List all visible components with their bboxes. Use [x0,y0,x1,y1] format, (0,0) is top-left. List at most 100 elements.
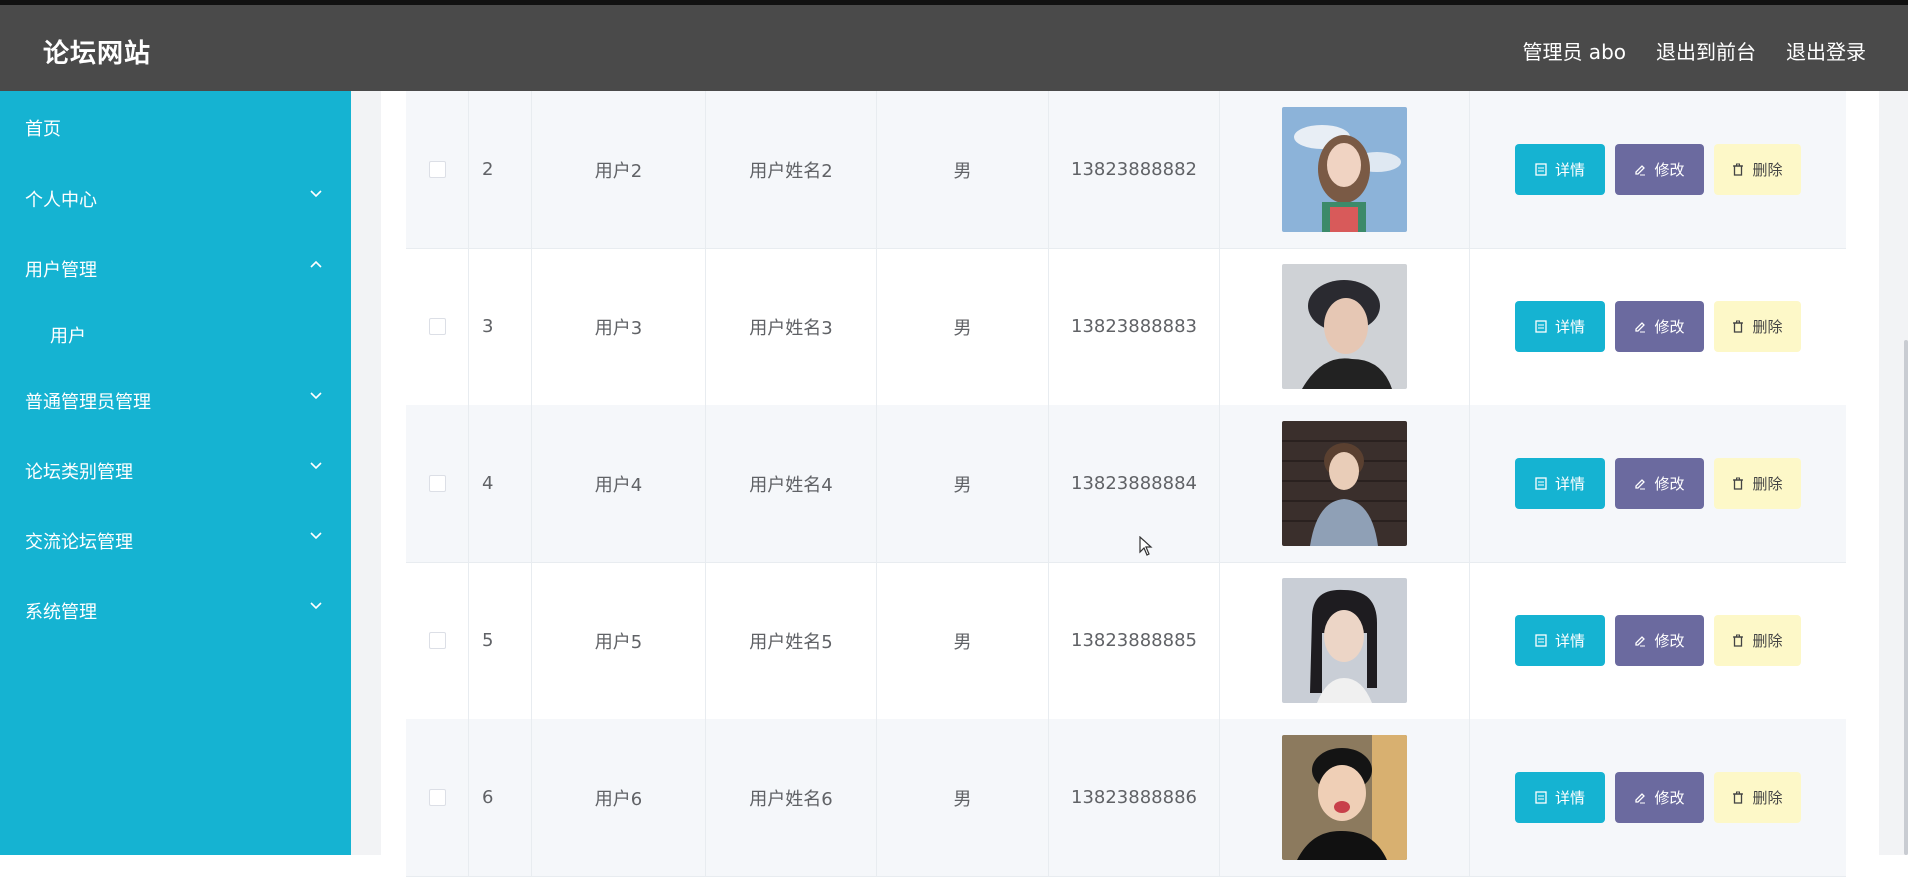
chevron-down-icon [310,392,322,402]
document-icon [1535,477,1547,490]
user-avatar [1282,735,1407,860]
mouse-cursor-icon [1139,535,1153,560]
sidebar-item-system-management[interactable]: 系统管理 [25,598,351,624]
user-avatar [1282,264,1407,389]
table-row: 5 用户5 用户姓名5 男 13823888885 详情 修改 删除 [406,562,1846,720]
user-phone: 13823888885 [1049,562,1220,719]
edit-button[interactable]: 修改 [1615,615,1704,666]
edit-button[interactable]: 修改 [1615,144,1704,195]
detail-button[interactable]: 详情 [1515,458,1605,509]
trash-icon [1732,163,1744,176]
document-icon [1535,791,1547,804]
sidebar-item-user-management[interactable]: 用户管理 [25,256,351,282]
sidebar-item-label: 论坛类别管理 [25,462,133,483]
sidebar-item-label: 系统管理 [25,602,97,623]
sidebar-item-forum-category[interactable]: 论坛类别管理 [25,458,351,484]
delete-button[interactable]: 删除 [1714,301,1801,352]
user-name: 用户姓名2 [706,91,877,248]
table-row: 6 用户6 用户姓名6 男 13823888886 详情 修改 删除 [406,719,1846,877]
user-phone: 13823888886 [1049,719,1220,876]
logout-link[interactable]: 退出登录 [1786,36,1866,65]
trash-icon [1732,320,1744,333]
header-links: 管理员 abo 退出到前台 退出登录 [1522,36,1866,65]
user-account: 用户4 [532,405,706,562]
delete-button[interactable]: 删除 [1714,772,1801,823]
user-sex: 男 [877,91,1049,248]
sidebar-item-personal-center[interactable]: 个人中心 [25,186,351,212]
sidebar-item-admin-management[interactable]: 普通管理员管理 [25,388,351,414]
top-header: 论坛网站 管理员 abo 退出到前台 退出登录 [0,5,1908,91]
row-checkbox[interactable] [428,475,446,492]
scrollbar-thumb[interactable] [1904,340,1908,855]
chevron-down-icon [310,532,322,542]
chevron-up-icon [310,260,322,270]
detail-button[interactable]: 详情 [1515,144,1605,195]
pencil-icon [1634,792,1646,804]
sidebar: 首页 个人中心 用户管理 用户 普通管理员管理 论坛类别管理 交流论坛管理 系统… [0,91,351,855]
user-account: 用户5 [532,562,706,719]
sidebar-item-label: 首页 [25,119,61,140]
user-avatar [1282,421,1407,546]
user-sex: 男 [877,248,1049,405]
row-checkbox[interactable] [428,789,446,806]
sidebar-subitem-label: 用户 [50,326,86,347]
sidebar-item-label: 普通管理员管理 [25,392,151,413]
user-name: 用户姓名5 [706,562,877,719]
user-phone: 13823888882 [1049,91,1220,248]
user-sex: 男 [877,719,1049,876]
user-phone: 13823888884 [1049,405,1220,562]
chevron-down-icon [310,462,322,472]
row-index: 2 [469,91,532,248]
edit-button[interactable]: 修改 [1615,772,1704,823]
row-index: 4 [469,405,532,562]
user-name: 用户姓名3 [706,248,877,405]
delete-button[interactable]: 删除 [1714,458,1801,509]
table-row: 3 用户3 用户姓名3 男 13823888883 详情 修改 删除 [406,248,1846,406]
sidebar-subitem-users[interactable]: 用户 [50,322,86,348]
pencil-icon [1634,478,1646,490]
trash-icon [1732,791,1744,804]
row-index: 6 [469,719,532,876]
user-avatar [1282,578,1407,703]
document-icon [1535,163,1547,176]
delete-button[interactable]: 删除 [1714,144,1801,195]
detail-button[interactable]: 详情 [1515,615,1605,666]
site-title: 论坛网站 [43,39,152,69]
chevron-down-icon [310,602,322,612]
exit-to-front-link[interactable]: 退出到前台 [1656,36,1756,65]
document-icon [1535,320,1547,333]
user-sex: 男 [877,405,1049,562]
edit-button[interactable]: 修改 [1615,458,1704,509]
admin-username: 管理员 abo [1522,40,1626,64]
detail-button[interactable]: 详情 [1515,301,1605,352]
trash-icon [1732,477,1744,490]
edit-button[interactable]: 修改 [1615,301,1704,352]
pencil-icon [1634,164,1646,176]
detail-button[interactable]: 详情 [1515,772,1605,823]
document-icon [1535,634,1547,647]
pencil-icon [1634,321,1646,333]
user-account: 用户3 [532,248,706,405]
row-checkbox[interactable] [428,161,446,178]
table-row: 2 用户2 用户姓名2 男 13823888882 详情 修改 删除 [406,91,1846,249]
row-checkbox[interactable] [428,318,446,335]
user-sex: 男 [877,562,1049,719]
user-avatar [1282,107,1407,232]
row-index: 5 [469,562,532,719]
user-account: 用户6 [532,719,706,876]
user-account: 用户2 [532,91,706,248]
sidebar-item-forum-management[interactable]: 交流论坛管理 [25,528,351,554]
user-name: 用户姓名4 [706,405,877,562]
sidebar-item-label: 交流论坛管理 [25,532,133,553]
sidebar-item-home[interactable]: 首页 [25,115,351,141]
user-phone: 13823888883 [1049,248,1220,405]
delete-button[interactable]: 删除 [1714,615,1801,666]
chevron-down-icon [310,190,322,200]
row-checkbox[interactable] [428,632,446,649]
row-index: 3 [469,248,532,405]
trash-icon [1732,634,1744,647]
user-name: 用户姓名6 [706,719,877,876]
pencil-icon [1634,635,1646,647]
table-row: 4 用户4 用户姓名4 男 13823888884 详情 修改 删除 [406,405,1846,563]
sidebar-item-label: 个人中心 [25,190,97,211]
